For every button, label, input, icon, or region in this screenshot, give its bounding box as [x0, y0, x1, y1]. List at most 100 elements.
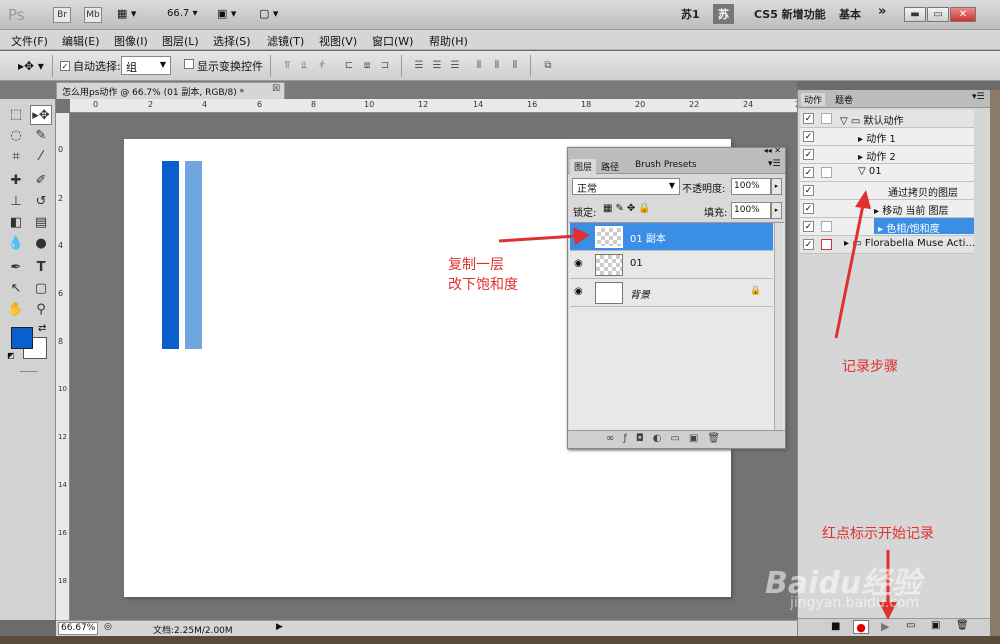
tab-actions[interactable]: 动作 [801, 93, 826, 106]
foreground-color-swatch[interactable] [11, 327, 33, 349]
menu-select[interactable]: 选择(S) [213, 33, 251, 49]
tab-brush-presets[interactable]: Brush Presets [635, 160, 697, 170]
toggle-check-icon[interactable]: ✓ [803, 239, 814, 250]
toggle-check-icon[interactable]: ✓ [803, 221, 814, 232]
crop-tool-icon[interactable]: ⌗ [5, 147, 27, 167]
opacity-slider-button[interactable]: ▸ [771, 178, 782, 195]
toggle-check-icon[interactable]: ✓ [803, 113, 814, 124]
dodge-tool-icon[interactable]: ● [30, 234, 52, 254]
toggle-check-icon[interactable]: ✓ [803, 149, 814, 160]
layer-row-background[interactable]: ◉ 背景 🔒 [570, 279, 773, 307]
auto-select-dropdown[interactable]: 组 ▼ [121, 56, 171, 75]
distribute-vcenter-icon[interactable]: ☰ [431, 60, 443, 72]
brush-tool-icon[interactable]: ✐ [30, 171, 52, 191]
document-tab[interactable]: 怎么用ps动作 @ 66.7% (01 副本, RGB/8) * [56, 82, 285, 99]
workspace-basic[interactable]: 基本 [839, 6, 861, 22]
action-set-florabella[interactable]: ✓▸ ▭ Florabella Muse Acti... [800, 236, 975, 254]
trash-icon[interactable]: 🗑 [956, 620, 969, 631]
close-tab-icon[interactable]: ☒ [272, 84, 280, 94]
marquee-tool-icon[interactable]: ⬚ [5, 105, 27, 125]
fill-slider-button[interactable]: ▸ [771, 202, 782, 219]
align-left-icon[interactable]: ⊏ [343, 60, 355, 72]
view-extras-dropdown[interactable]: ▦ ▾ [117, 7, 136, 20]
menu-view[interactable]: 视图(V) [319, 33, 357, 49]
arrange-documents-dropdown[interactable]: ▣ ▾ [217, 7, 236, 20]
menu-window[interactable]: 窗口(W) [372, 33, 413, 49]
layer-row-01-copy[interactable]: ◉ 01 副本 [570, 223, 773, 251]
workspace-su[interactable]: 苏 [713, 4, 734, 24]
stop-playing-icon[interactable]: ■ [831, 621, 840, 632]
mini-bridge-button[interactable]: Mb [84, 7, 102, 23]
distribute-right-icon[interactable]: ⦀ [509, 60, 521, 72]
auto-align-icon[interactable]: ⧉ [542, 60, 554, 72]
hand-tool-icon[interactable]: ✋ [5, 300, 27, 320]
menu-filter[interactable]: 滤镜(T) [267, 33, 304, 49]
align-vcenter-icon[interactable]: ⫫ [298, 60, 310, 72]
action-1[interactable]: ✓ ▸ 动作 1 [800, 128, 974, 146]
action-set-default[interactable]: ✓ ▽ ▭ 默认动作 [800, 110, 974, 128]
minimize-button[interactable]: ▬ [904, 7, 926, 22]
default-colors-icon[interactable]: ◩ [7, 351, 15, 360]
workspace-cs5-new[interactable]: CS5 新增功能 [754, 6, 826, 22]
status-icon[interactable]: ◎ [104, 622, 112, 632]
layer-row-01[interactable]: ◉ 01 [570, 251, 773, 279]
menu-file[interactable]: 文件(F) [11, 33, 48, 49]
align-top-icon[interactable]: ⫪ [281, 60, 293, 72]
align-right-icon[interactable]: ⊐ [379, 60, 391, 72]
quick-selection-tool-icon[interactable]: ✎ [30, 126, 52, 146]
action-step-hue-saturation[interactable]: ✓ ▸ 色相/饱和度 [800, 218, 974, 236]
tab-history[interactable]: 题卷 [835, 93, 853, 106]
gradient-tool-icon[interactable]: ▤ [30, 213, 52, 233]
lock-options-icons[interactable]: ▦✎✥🔒 [603, 203, 654, 214]
zoom-tool-icon[interactable]: ⚲ [30, 300, 52, 320]
eraser-tool-icon[interactable]: ◧ [5, 213, 27, 233]
move-tool-preset-picker[interactable]: ▸✥ ▾ [18, 59, 44, 73]
show-transform-checkbox[interactable] [184, 59, 194, 72]
distribute-bottom-icon[interactable]: ☰ [449, 60, 461, 72]
menu-help[interactable]: 帮助(H) [429, 33, 468, 49]
new-set-icon[interactable]: ▭ [906, 620, 915, 631]
layers-footer-buttons[interactable]: ∞ƒ◘◐▭▣🗑 [568, 430, 785, 448]
blend-mode-dropdown[interactable]: 正常 ▼ [572, 178, 680, 195]
history-brush-tool-icon[interactable]: ↺ [30, 192, 52, 212]
maximize-button[interactable]: ▭ [927, 7, 949, 22]
layers-scrollbar[interactable] [774, 223, 783, 430]
bridge-button[interactable]: Br [53, 7, 71, 23]
distribute-left-icon[interactable]: ⦀ [473, 60, 485, 72]
close-button[interactable]: ✕ [950, 7, 976, 22]
menu-image[interactable]: 图像(I) [114, 33, 148, 49]
eyedropper-tool-icon[interactable]: ⁄ [30, 147, 52, 167]
toggle-check-icon[interactable]: ✓ [803, 203, 814, 214]
action-step-move-layer[interactable]: ✓ ▸ 移动 当前 图层 [800, 200, 974, 218]
action-2[interactable]: ✓ ▸ 动作 2 [800, 146, 974, 164]
zoom-field[interactable]: 66.67% [58, 622, 98, 635]
distribute-top-icon[interactable]: ☰ [413, 60, 425, 72]
panel-header[interactable]: ◂◂ ✕ [568, 146, 785, 158]
new-action-icon[interactable]: ▣ [931, 620, 940, 631]
align-hcenter-icon[interactable]: ⧈ [361, 60, 373, 72]
dialog-toggle-box[interactable] [821, 113, 832, 124]
toggle-check-icon[interactable]: ✓ [803, 185, 814, 196]
fill-input[interactable]: 100% [731, 202, 771, 219]
menu-edit[interactable]: 编辑(E) [62, 33, 100, 49]
zoom-level[interactable]: 66.7 ▾ [167, 8, 197, 19]
swap-colors-icon[interactable]: ⇄ [38, 323, 46, 334]
play-icon[interactable]: ▶ [881, 620, 889, 633]
move-tool-icon[interactable]: ▸✥ [30, 105, 52, 125]
shape-tool-icon[interactable]: ▢ [30, 279, 52, 299]
align-bottom-icon[interactable]: ⫩ [316, 60, 328, 72]
pen-tool-icon[interactable]: ✒ [5, 258, 27, 278]
toggle-check-icon[interactable]: ✓ [803, 131, 814, 142]
action-step-copy-layer[interactable]: ✓ 通过拷贝的图层 [800, 182, 974, 200]
clone-stamp-tool-icon[interactable]: ⊥ [5, 192, 27, 212]
menu-layer[interactable]: 图层(L) [162, 33, 199, 49]
action-01[interactable]: ✓ ▽ 01 [800, 164, 974, 182]
blur-tool-icon[interactable]: 💧 [5, 234, 27, 254]
panel-menu-icon[interactable]: ▾☰ [972, 92, 985, 102]
more-workspaces-button[interactable]: » [878, 4, 886, 19]
path-selection-tool-icon[interactable]: ↖ [5, 279, 27, 299]
workspace-su1[interactable]: 苏1 [681, 6, 700, 22]
tab-layers[interactable]: 图层 [570, 159, 597, 174]
tab-paths[interactable]: 路径 [601, 160, 619, 173]
auto-select-checkbox[interactable]: ✓ [60, 59, 70, 72]
